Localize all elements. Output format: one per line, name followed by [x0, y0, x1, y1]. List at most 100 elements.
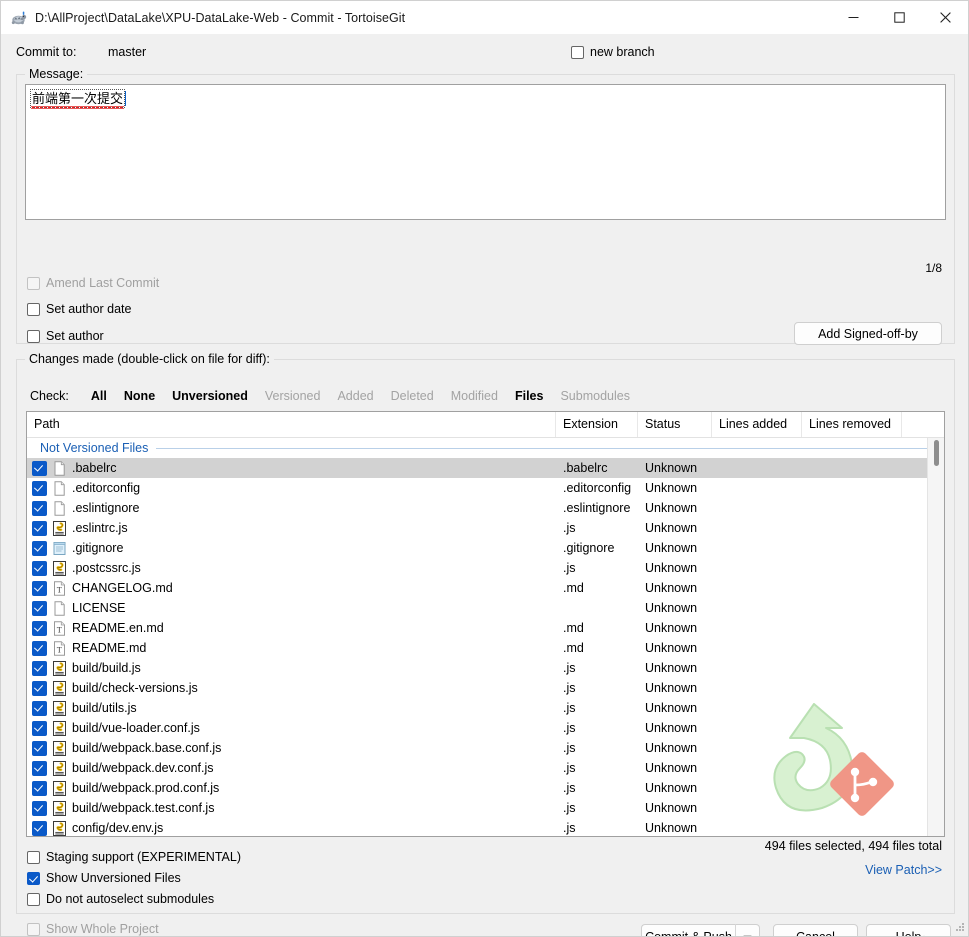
table-row[interactable]: config/dev.env.js .js Unknown [27, 818, 944, 836]
row-checkbox[interactable] [32, 560, 47, 576]
table-row[interactable]: .gitignore .gitignore Unknown [27, 538, 944, 558]
show-whole-project-row[interactable]: Show Whole Project [27, 922, 159, 936]
svg-text:T: T [57, 625, 62, 634]
row-checkbox[interactable] [32, 640, 47, 656]
minimize-button[interactable] [830, 1, 876, 34]
row-checkbox[interactable] [32, 760, 47, 776]
staging-support-row[interactable]: Staging support (EXPERIMENTAL) [27, 850, 241, 864]
row-checkbox[interactable] [32, 820, 47, 836]
column-header-extension[interactable]: Extension [556, 412, 638, 437]
table-row[interactable]: T CHANGELOG.md .md Unknown [27, 578, 944, 598]
row-checkbox[interactable] [32, 520, 47, 536]
set-author-row[interactable]: Set author [27, 329, 104, 343]
row-checkbox[interactable] [32, 620, 47, 636]
scrollbar-thumb[interactable] [934, 440, 939, 466]
show-unversioned-checkbox[interactable] [27, 871, 40, 885]
no-autoselect-submodules-checkbox[interactable] [27, 892, 40, 906]
commit-push-dropdown-button[interactable] [735, 924, 760, 936]
show-unversioned-row[interactable]: Show Unversioned Files [27, 871, 181, 885]
row-status: Unknown [645, 541, 698, 555]
dialog-client-area: Commit to: master new branch Message: 前端… [1, 34, 968, 936]
table-row[interactable]: build/utils.js .js Unknown [27, 698, 944, 718]
column-header-lines-removed[interactable]: Lines removed [802, 412, 902, 437]
column-header-status[interactable]: Status [638, 412, 712, 437]
row-extension: .editorconfig [563, 481, 632, 495]
row-checkbox[interactable] [32, 540, 47, 556]
row-checkbox[interactable] [32, 800, 47, 816]
no-autoselect-submodules-row[interactable]: Do not autoselect submodules [27, 892, 214, 906]
column-header-path[interactable]: Path [27, 412, 556, 437]
chevron-down-icon [743, 930, 752, 936]
table-row[interactable]: build/check-versions.js .js Unknown [27, 678, 944, 698]
table-row[interactable]: T README.md .md Unknown [27, 638, 944, 658]
set-author-checkbox[interactable] [27, 329, 40, 343]
row-checkbox[interactable] [32, 460, 47, 476]
table-row[interactable]: build/webpack.dev.conf.js .js Unknown [27, 758, 944, 778]
filter-all[interactable]: All [91, 389, 107, 403]
cancel-button[interactable]: Cancel [773, 924, 858, 936]
table-row[interactable]: .eslintignore .eslintignore Unknown [27, 498, 944, 518]
commit-and-push-button[interactable]: Commit & Push [641, 924, 735, 936]
commit-message-input[interactable]: 前端第一次提交 [25, 84, 946, 220]
show-whole-project-checkbox[interactable] [27, 922, 40, 936]
commit-to-branch[interactable]: master [108, 45, 146, 59]
new-branch-row[interactable]: new branch [571, 45, 655, 59]
add-signed-off-by-button[interactable]: Add Signed-off-by [794, 322, 942, 345]
view-patch-link[interactable]: View Patch>> [865, 863, 942, 877]
row-extension: .js [563, 741, 576, 755]
table-row[interactable]: build/webpack.base.conf.js .js Unknown [27, 738, 944, 758]
resize-grip[interactable] [953, 921, 965, 933]
row-checkbox[interactable] [32, 660, 47, 676]
file-list-scrollbar[interactable] [927, 438, 944, 836]
row-extension: .js [563, 681, 576, 695]
table-row[interactable]: build/vue-loader.conf.js .js Unknown [27, 718, 944, 738]
table-row[interactable]: LICENSE Unknown [27, 598, 944, 618]
set-author-date-checkbox[interactable] [27, 302, 40, 316]
row-checkbox[interactable] [32, 700, 47, 716]
row-checkbox[interactable] [32, 500, 47, 516]
filter-files[interactable]: Files [515, 389, 544, 403]
new-branch-checkbox[interactable] [571, 45, 584, 59]
staging-support-checkbox[interactable] [27, 850, 40, 864]
filter-unversioned[interactable]: Unversioned [172, 389, 248, 403]
row-status: Unknown [645, 661, 698, 675]
row-checkbox[interactable] [32, 780, 47, 796]
show-whole-project-label: Show Whole Project [46, 922, 159, 936]
filter-modified: Modified [450, 389, 498, 403]
row-path: .postcssrc.js [72, 561, 141, 575]
row-checkbox[interactable] [32, 480, 47, 496]
row-status: Unknown [645, 741, 698, 755]
row-checkbox[interactable] [32, 740, 47, 756]
row-path: build/utils.js [72, 701, 137, 715]
table-row[interactable]: .eslintrc.js .js Unknown [27, 518, 944, 538]
row-checkbox[interactable] [32, 600, 47, 616]
table-row[interactable]: build/webpack.test.conf.js .js Unknown [27, 798, 944, 818]
table-row[interactable]: build/webpack.prod.conf.js .js Unknown [27, 778, 944, 798]
maximize-button[interactable] [876, 1, 922, 34]
table-row[interactable]: .editorconfig .editorconfig Unknown [27, 478, 944, 498]
set-author-date-row[interactable]: Set author date [27, 302, 131, 316]
amend-last-commit-row[interactable]: Amend Last Commit [27, 276, 159, 290]
jscript-file-icon [52, 740, 67, 756]
amend-last-commit-checkbox[interactable] [27, 276, 40, 290]
row-extension: .babelrc [563, 461, 608, 475]
row-status: Unknown [645, 781, 698, 795]
table-row[interactable]: T README.en.md .md Unknown [27, 618, 944, 638]
help-button[interactable]: Help [866, 924, 951, 936]
commit-to-label: Commit to: [16, 45, 77, 59]
row-status: Unknown [645, 461, 698, 475]
file-list[interactable]: Path Extension Status Lines added Lines … [26, 411, 945, 837]
row-checkbox[interactable] [32, 580, 47, 596]
row-checkbox[interactable] [32, 680, 47, 696]
table-row[interactable]: .postcssrc.js .js Unknown [27, 558, 944, 578]
table-row[interactable]: build/build.js .js Unknown [27, 658, 944, 678]
row-path: build/webpack.dev.conf.js [72, 761, 214, 775]
row-checkbox[interactable] [32, 720, 47, 736]
close-button[interactable] [922, 1, 968, 34]
group-header-not-versioned: Not Versioned Files [27, 438, 944, 458]
filter-none[interactable]: None [124, 389, 155, 403]
commit-message-text: 前端第一次提交 [30, 89, 126, 109]
column-header-lines-added[interactable]: Lines added [712, 412, 802, 437]
table-row[interactable]: .babelrc .babelrc Unknown [27, 458, 944, 478]
svg-text:T: T [57, 585, 62, 594]
